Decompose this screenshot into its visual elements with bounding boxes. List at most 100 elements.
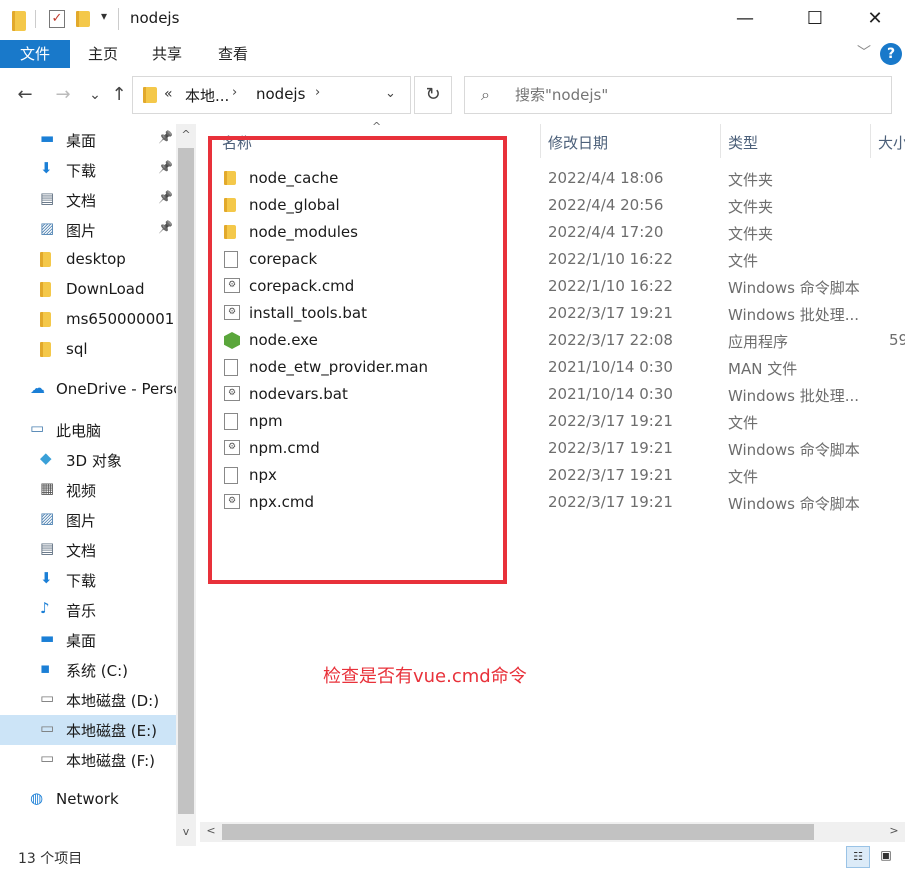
navigation-bar: ← → ⌄ ↑ « 本地... › nodejs › ⌄ ↻ ⌕ bbox=[0, 70, 905, 122]
status-item-count: 13 个项目 bbox=[18, 851, 83, 867]
sidebar-item-label: 本地磁盘 (D:) bbox=[66, 692, 160, 710]
column-divider[interactable] bbox=[540, 124, 541, 158]
file-date: 2022/4/4 20:56 bbox=[548, 196, 664, 214]
sidebar-item-label: 下载 bbox=[66, 162, 97, 180]
file-type: Windows 批处理... bbox=[728, 387, 860, 405]
refresh-button[interactable]: ↻ bbox=[414, 76, 452, 114]
folder-icon bbox=[40, 342, 51, 357]
close-button[interactable]: ✕ bbox=[852, 4, 898, 34]
back-button[interactable]: ← bbox=[12, 82, 38, 108]
quick-access-dropdown-icon[interactable]: ▾ bbox=[101, 9, 107, 23]
download-icon: ⬇ bbox=[40, 159, 53, 177]
pin-icon: 📌 bbox=[158, 160, 173, 174]
scroll-left-arrow[interactable]: < bbox=[201, 824, 221, 837]
minimize-button[interactable]: — bbox=[722, 4, 768, 34]
sidebar-item-label: 音乐 bbox=[66, 602, 97, 620]
cloud-icon: ☁ bbox=[30, 379, 45, 397]
sidebar-item[interactable]: ▤ 文档 bbox=[0, 535, 176, 565]
search-box[interactable]: ⌕ bbox=[464, 76, 892, 114]
large-icons-view-button[interactable]: ▣ bbox=[876, 848, 896, 866]
drive-icon: ▭ bbox=[40, 749, 55, 767]
sidebar-item-label: desktop bbox=[66, 250, 126, 268]
details-view-button[interactable]: ☷ bbox=[846, 846, 870, 868]
sidebar-item[interactable]: ▬ 桌面 📌 bbox=[0, 125, 176, 155]
sidebar-item[interactable]: ms650000001 bbox=[0, 305, 176, 335]
breadcrumb-nodejs[interactable]: nodejs bbox=[256, 85, 305, 103]
sidebar-item[interactable]: ⬇ 下载 bbox=[0, 565, 176, 595]
sidebar-item[interactable]: ⬇ 下载 📌 bbox=[0, 155, 176, 185]
breadcrumb-local[interactable]: 本地... bbox=[185, 85, 229, 106]
sidebar-item[interactable]: ☁ OneDrive - Persc bbox=[0, 375, 176, 405]
sort-ascending-icon: ^ bbox=[372, 120, 382, 133]
sidebar-item[interactable]: ♪ 音乐 bbox=[0, 595, 176, 625]
file-date: 2022/4/4 17:20 bbox=[548, 223, 664, 241]
column-date[interactable]: 修改日期 bbox=[548, 132, 608, 153]
sidebar-item-label: 本地磁盘 (F:) bbox=[66, 752, 155, 770]
sidebar-item[interactable]: ▭ 本地磁盘 (E:) bbox=[0, 715, 176, 745]
tab-view[interactable]: 查看 bbox=[218, 40, 248, 68]
sidebar-item-label: 视频 bbox=[66, 482, 97, 500]
file-type: 文件 bbox=[728, 252, 759, 270]
new-folder-icon[interactable] bbox=[76, 11, 90, 27]
sidebar-item[interactable]: ▭ 本地磁盘 (F:) bbox=[0, 745, 176, 775]
sidebar-item[interactable]: DownLoad bbox=[0, 275, 176, 305]
sidebar-item-label: 本地磁盘 (E:) bbox=[66, 722, 158, 740]
column-divider[interactable] bbox=[720, 124, 721, 158]
breadcrumb-separator[interactable]: › bbox=[232, 85, 237, 100]
address-bar[interactable]: « 本地... › nodejs › ⌄ bbox=[132, 76, 411, 114]
sidebar-item[interactable]: ▤ 文档 📌 bbox=[0, 185, 176, 215]
file-date: 2021/10/14 0:30 bbox=[548, 358, 673, 376]
help-button[interactable]: ? bbox=[880, 43, 902, 65]
sidebar-item-label: DownLoad bbox=[66, 280, 145, 298]
sidebar-item[interactable]: ▭ 此电脑 bbox=[0, 415, 176, 445]
recent-locations-button[interactable]: ⌄ bbox=[82, 82, 108, 108]
sidebar-item[interactable]: ▬ 桌面 bbox=[0, 625, 176, 655]
scroll-down-arrow[interactable]: v bbox=[176, 825, 196, 838]
navigation-pane: ▬ 桌面 📌 ⬇ 下载 📌 ▤ 文档 📌 ▨ 图片 📌 desktop DownLoad ms6500000… bbox=[0, 124, 176, 818]
sidebar-item[interactable]: desktop bbox=[0, 245, 176, 275]
address-dropdown-icon[interactable]: ⌄ bbox=[385, 86, 396, 101]
breadcrumb-separator[interactable]: › bbox=[315, 85, 320, 100]
file-type: 文件 bbox=[728, 414, 759, 432]
properties-icon[interactable]: ✓ bbox=[49, 10, 65, 28]
tab-share[interactable]: 共享 bbox=[152, 40, 182, 68]
file-type: 文件夹 bbox=[728, 171, 774, 189]
address-overflow-icon[interactable]: « bbox=[164, 86, 173, 102]
sidebar-item[interactable]: ▨ 图片 📌 bbox=[0, 215, 176, 245]
scroll-right-arrow[interactable]: > bbox=[884, 824, 904, 837]
download-icon: ⬇ bbox=[40, 569, 53, 587]
sidebar-item[interactable]: ▨ 图片 bbox=[0, 505, 176, 535]
video-icon: ▦ bbox=[40, 479, 55, 497]
file-size: 59 bbox=[889, 331, 905, 349]
sidebar-scroll-thumb[interactable] bbox=[178, 148, 194, 814]
sidebar-item[interactable]: ▪ 系统 (C:) bbox=[0, 655, 176, 685]
tab-home[interactable]: 主页 bbox=[88, 40, 118, 68]
folder-icon bbox=[40, 312, 51, 327]
cube-icon: ◆ bbox=[40, 449, 52, 467]
search-input[interactable] bbox=[515, 86, 875, 104]
sidebar-item-label: 桌面 bbox=[66, 132, 97, 150]
horizontal-scroll-thumb[interactable] bbox=[222, 824, 814, 840]
divider bbox=[118, 8, 119, 30]
forward-button[interactable]: → bbox=[50, 82, 76, 108]
computer-icon: ▭ bbox=[30, 419, 45, 437]
sidebar-item[interactable]: ▭ 本地磁盘 (D:) bbox=[0, 685, 176, 715]
file-type: Windows 命令脚本 bbox=[728, 279, 860, 297]
sidebar-item[interactable]: ▦ 视频 bbox=[0, 475, 176, 505]
maximize-button[interactable]: ☐ bbox=[792, 4, 838, 34]
file-date: 2022/1/10 16:22 bbox=[548, 250, 673, 268]
file-date: 2022/3/17 19:21 bbox=[548, 412, 673, 430]
ribbon-expand-icon[interactable]: ﹀ bbox=[857, 42, 871, 62]
tab-file[interactable]: 文件 bbox=[0, 40, 70, 68]
sidebar-item-label: 图片 bbox=[66, 222, 97, 240]
sidebar-item[interactable]: ◆ 3D 对象 bbox=[0, 445, 176, 475]
column-type[interactable]: 类型 bbox=[728, 132, 758, 153]
pin-icon: 📌 bbox=[158, 130, 173, 144]
column-divider[interactable] bbox=[870, 124, 871, 158]
up-button[interactable]: ↑ bbox=[106, 82, 132, 108]
sidebar-item[interactable]: ◍ Network bbox=[0, 785, 176, 815]
document-icon: ▤ bbox=[40, 539, 55, 557]
sidebar-item[interactable]: sql bbox=[0, 335, 176, 365]
column-size[interactable]: 大小 bbox=[878, 132, 905, 153]
scroll-up-arrow[interactable]: ^ bbox=[176, 128, 196, 141]
